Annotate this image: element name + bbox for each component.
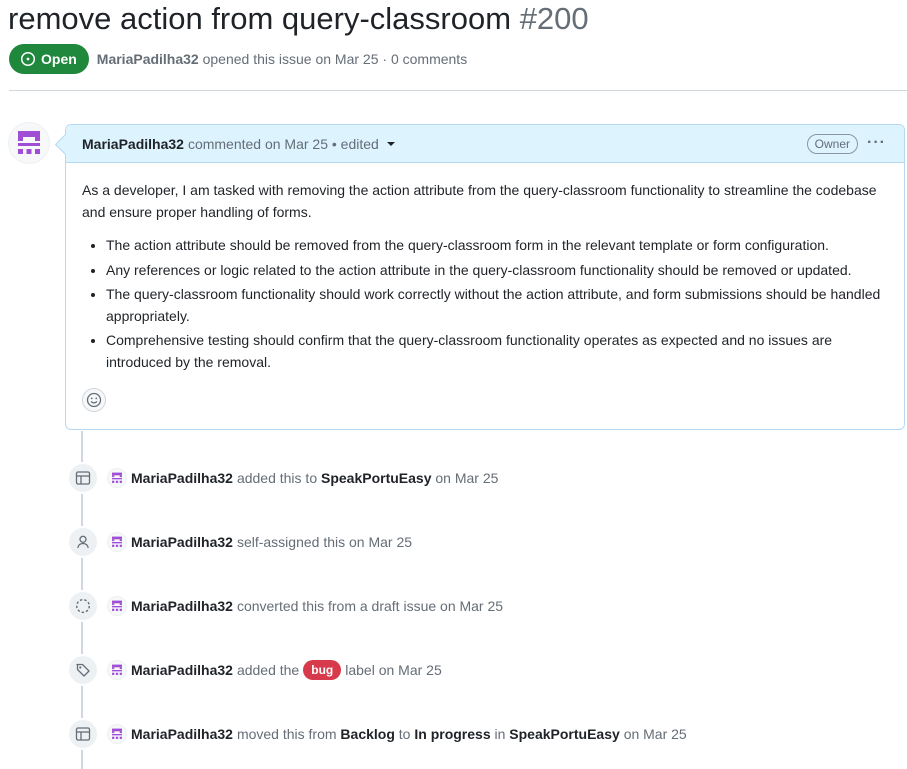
event-text: added the [236, 662, 300, 678]
person-icon [67, 526, 99, 558]
smiley-icon [86, 392, 102, 408]
comment-body: As a developer, I am tasked with removin… [66, 163, 904, 373]
event-user-link[interactable]: MariaPadilha32 [131, 470, 233, 486]
event-text: on Mar 25 [623, 726, 687, 742]
timeline-event-project-added: MariaPadilha32 added this to SpeakPortuE… [67, 462, 499, 494]
issue-author-link[interactable]: MariaPadilha32 [97, 51, 199, 67]
status-from: Backlog [340, 726, 395, 742]
comment-bullet-list: The action attribute should be removed f… [82, 235, 888, 373]
issue-opened-text: opened this issue on Mar 25 · 0 comments [202, 51, 468, 67]
list-item: Any references or logic related to the a… [106, 260, 888, 282]
owner-badge: Owner [806, 134, 858, 154]
event-user-link[interactable]: MariaPadilha32 [131, 726, 233, 742]
timeline-event-labeled: MariaPadilha32 added the bug label on Ma… [67, 654, 442, 686]
list-item: The action attribute should be removed f… [106, 235, 888, 257]
status-to: In progress [414, 726, 491, 742]
avatar[interactable] [107, 468, 127, 488]
issue-state-label: Open [41, 51, 77, 67]
event-text: added this to [236, 470, 318, 486]
event-user-link[interactable]: MariaPadilha32 [131, 598, 233, 614]
tag-icon [67, 654, 99, 686]
project-link[interactable]: SpeakPortuEasy [321, 470, 432, 486]
event-text: to [398, 726, 411, 742]
timeline-event-converted: MariaPadilha32 converted this from a dra… [67, 590, 504, 622]
header-divider [9, 90, 907, 91]
event-user-link[interactable]: MariaPadilha32 [131, 534, 233, 550]
event-text: on Mar 25 [435, 470, 499, 486]
avatar[interactable] [107, 660, 127, 680]
event-text: in [494, 726, 506, 742]
event-text: converted this from a draft issue on Mar… [236, 598, 504, 614]
timeline-event-self-assigned: MariaPadilha32 self-assigned this on Mar… [67, 526, 413, 558]
comment-meta[interactable]: commented on Mar 25 • edited [188, 136, 379, 152]
comment-options-kebab-icon[interactable]: ··· [867, 134, 886, 152]
dashed-circle-icon [67, 590, 99, 622]
identicon-avatar [18, 131, 40, 154]
list-item: Comprehensive testing should confirm tha… [106, 330, 888, 373]
comment-author-link[interactable]: MariaPadilha32 [82, 136, 184, 152]
event-text: self-assigned this on Mar 25 [236, 534, 413, 550]
issue-number: #200 [519, 1, 589, 36]
avatar[interactable] [107, 532, 127, 552]
event-user-link[interactable]: MariaPadilha32 [131, 662, 233, 678]
issue-title-text: remove action from query-classroom [8, 1, 512, 36]
event-text: label on Mar 25 [345, 662, 442, 678]
open-issue-icon [20, 51, 36, 67]
event-text: moved this from [236, 726, 337, 742]
issue-comment: MariaPadilha32 commented on Mar 25 • edi… [65, 124, 905, 430]
project-table-icon [67, 718, 99, 750]
bug-label[interactable]: bug [303, 660, 342, 680]
edit-history-caret-icon[interactable] [386, 141, 395, 146]
issue-state-badge: Open [9, 44, 89, 74]
avatar[interactable] [107, 724, 127, 744]
timeline-event-moved: MariaPadilha32 moved this from Backlog t… [67, 718, 687, 750]
issue-title: remove action from query-classroom #200 [8, 0, 589, 38]
list-item: The query-classroom functionality should… [106, 284, 888, 327]
avatar[interactable] [107, 596, 127, 616]
comment-intro: As a developer, I am tasked with removin… [82, 182, 877, 220]
comment-header: MariaPadilha32 commented on Mar 25 • edi… [66, 125, 904, 163]
avatar[interactable] [8, 122, 50, 164]
project-table-icon [67, 462, 99, 494]
project-link[interactable]: SpeakPortuEasy [509, 726, 620, 742]
add-reaction-button[interactable] [82, 388, 106, 412]
issue-opened-info: MariaPadilha32 opened this issue on Mar … [97, 51, 467, 67]
issue-meta: Open MariaPadilha32 opened this issue on… [9, 44, 467, 74]
